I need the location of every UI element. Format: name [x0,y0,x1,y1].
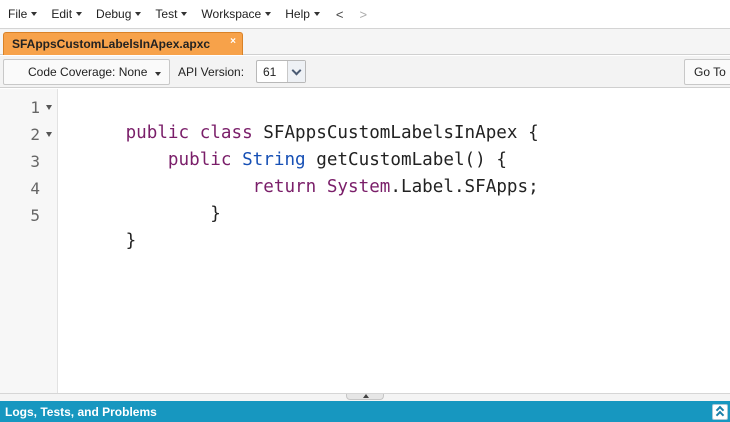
gutter-line: 3 [0,147,58,174]
code-line-2: public String getCustomLabel() { [62,120,507,170]
menu-debug[interactable]: Debug [92,3,145,25]
gutter-line: 4 [0,174,58,201]
menu-help[interactable]: Help [281,3,324,25]
logs-panel-title: Logs, Tests, and Problems [5,405,157,419]
line-number-gutter: 1 2 3 4 5 [0,89,58,393]
menubar: File Edit Debug Test Workspace Help < > [0,0,730,29]
api-version-label: API Version: [178,65,245,79]
code-coverage-label: Code Coverage: None [28,65,148,79]
splitter-handle[interactable] [346,394,384,400]
chevron-down-icon [76,12,83,16]
logs-panel-header[interactable]: Logs, Tests, and Problems [0,401,730,422]
fold-triangle-icon[interactable] [46,105,52,110]
chevron-down-icon [291,65,302,76]
chevron-down-icon [31,12,38,16]
line-number: 1 [30,98,40,117]
menu-edit[interactable]: Edit [47,3,86,25]
code-line-5: } [62,201,137,251]
code-line-4: } [62,174,221,224]
menu-workspace-label: Workspace [201,7,262,21]
line-number: 4 [30,179,40,198]
menu-test-label: Test [155,7,178,21]
chevron-down-icon [265,12,272,16]
menu-file-label: File [8,7,28,21]
code-coverage-dropdown[interactable]: Code Coverage: None [3,59,170,85]
double-chevron-up-icon [715,410,725,420]
code-line-1: public class SFAppsCustomLabelsInApex { [62,93,539,143]
tab-sfappscustomlabelsinapex[interactable]: SFAppsCustomLabelsInApex.apxc × [3,32,243,55]
code-token: System [326,177,391,197]
menu-edit-label: Edit [51,7,73,21]
line-number: 2 [30,125,40,144]
code-editor[interactable]: 1 2 3 4 5 public class SFAppsCustomLabel… [0,89,730,393]
go-to-button[interactable]: Go To [684,59,730,85]
chevron-down-icon [135,12,142,16]
code-line-3: return System.Label.SFApps; [62,147,539,197]
developer-console: File Edit Debug Test Workspace Help < > … [0,0,730,422]
back-button[interactable]: < [330,7,350,22]
panel-splitter[interactable] [0,393,730,401]
menu-test[interactable]: Test [151,3,191,25]
api-version-value: 61 [263,64,277,79]
go-to-label: Go To [694,65,726,79]
tab-label: SFAppsCustomLabelsInApex.apxc [12,37,211,51]
fold-triangle-icon[interactable] [46,132,52,137]
gutter-line: 2 [0,120,58,147]
chevron-down-icon [181,12,188,16]
chevron-down-icon [313,12,320,16]
code-token: } [125,204,221,224]
gutter-line: 5 [0,201,58,228]
close-icon[interactable]: × [228,37,238,47]
code-token: .Label.SFApps; [390,177,539,197]
chevron-up-icon [363,394,369,398]
expand-panel-button[interactable] [712,404,728,420]
line-number: 5 [30,206,40,225]
forward-button[interactable]: > [354,7,374,22]
menu-help-label: Help [285,7,310,21]
menu-debug-label: Debug [96,7,132,21]
line-number: 3 [30,152,40,171]
chevron-down-icon [155,72,161,76]
menu-file[interactable]: File [4,3,41,25]
menu-workspace[interactable]: Workspace [197,3,275,25]
api-version-select[interactable]: 61 [256,60,306,83]
api-version-dropdown-button[interactable] [287,61,305,82]
gutter-line: 1 [0,93,58,120]
editor-toolbar: Code Coverage: None API Version: 61 Go T… [0,56,730,88]
code-token: } [125,231,137,251]
tab-bar: SFAppsCustomLabelsInApex.apxc × [0,29,730,55]
